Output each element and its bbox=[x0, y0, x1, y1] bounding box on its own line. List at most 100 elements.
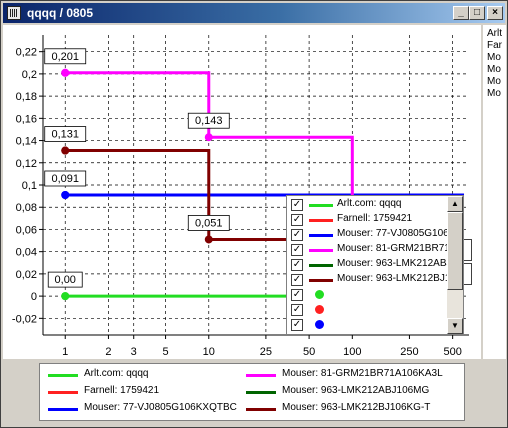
x-tick-label: 2 bbox=[105, 346, 111, 358]
legend-label: Farnell: 1759421 bbox=[84, 385, 160, 396]
popup-edge-tab bbox=[464, 263, 472, 285]
x-tick-label: 5 bbox=[163, 346, 169, 358]
series-checkbox[interactable]: ✓ bbox=[291, 244, 303, 256]
data-label: 0,131 bbox=[44, 126, 87, 142]
side-list-item[interactable]: Mo bbox=[487, 88, 501, 99]
series-label: Mouser: 963-LMK212ABJ bbox=[337, 258, 452, 269]
data-label-text: 0,201 bbox=[51, 51, 79, 63]
data-point bbox=[61, 146, 70, 155]
side-list-item[interactable]: Mo bbox=[487, 64, 501, 75]
x-tick-label: 100 bbox=[343, 346, 361, 358]
series-toggle-row[interactable]: ✓ Farnell: 1759421 bbox=[291, 213, 441, 227]
marker-dot bbox=[315, 305, 324, 314]
marker-toggle-row[interactable]: ✓ bbox=[291, 303, 441, 317]
y-tick-label: 0,08 bbox=[16, 202, 37, 214]
series-swatch bbox=[309, 219, 333, 222]
data-point bbox=[204, 235, 213, 244]
y-tick-label: -0,02 bbox=[12, 313, 37, 325]
series-toggle-row[interactable]: ✓ Mouser: 81-GRM21BR71 bbox=[291, 243, 450, 257]
series-toggle-row[interactable]: ✓ Mouser: 963-LMK212ABJ bbox=[291, 258, 452, 272]
series-toggle-row[interactable]: ✓ Arlt.com: qqqq bbox=[291, 198, 441, 212]
marker-dot bbox=[315, 290, 324, 299]
series-swatch bbox=[309, 279, 333, 282]
popup-edge-tab bbox=[464, 239, 472, 261]
data-label-text: 0,143 bbox=[195, 115, 223, 127]
series-checkbox[interactable]: ✓ bbox=[291, 274, 303, 286]
x-tick-label: 10 bbox=[203, 346, 215, 358]
legend-swatch bbox=[48, 391, 78, 394]
minimize-button[interactable]: _ bbox=[453, 6, 469, 20]
series-toggle-row[interactable]: ✓ Mouser: 963-LMK212BJ1 bbox=[291, 273, 450, 287]
marker-checkbox[interactable]: ✓ bbox=[291, 289, 303, 301]
side-list-item[interactable]: Arlt bbox=[487, 28, 502, 39]
y-tick-label: 0 bbox=[31, 291, 37, 303]
y-tick-label: 0,18 bbox=[16, 91, 37, 103]
x-tick-label: 1 bbox=[62, 346, 68, 358]
marker-checkbox[interactable]: ✓ bbox=[291, 319, 303, 331]
y-tick-label: 0,12 bbox=[16, 158, 37, 170]
legend-label: Mouser: 963-LMK212ABJ106MG bbox=[282, 385, 430, 396]
series-swatch bbox=[309, 264, 333, 267]
series-swatch bbox=[309, 204, 333, 207]
y-tick-label: 0,14 bbox=[16, 136, 37, 148]
legend-label: Mouser: 77-VJ0805G106KXQTBC bbox=[84, 402, 237, 413]
data-label: 0,091 bbox=[44, 170, 87, 187]
data-label-text: 0,00 bbox=[55, 274, 76, 286]
side-list-item[interactable]: Mo bbox=[487, 52, 501, 63]
data-label-text: 0,131 bbox=[51, 129, 79, 141]
y-tick-label: 0,06 bbox=[16, 224, 37, 236]
x-tick-label: 500 bbox=[443, 346, 461, 358]
x-tick-label: 250 bbox=[400, 346, 418, 358]
x-tick-label: 25 bbox=[260, 346, 272, 358]
series-swatch bbox=[309, 249, 333, 252]
legend-swatch bbox=[246, 374, 276, 377]
marker-toggle-row[interactable]: ✓ bbox=[291, 318, 441, 332]
legend-swatch bbox=[246, 408, 276, 411]
chart-legend: Arlt.com: qqqq Farnell: 1759421 Mouser: … bbox=[39, 363, 465, 421]
series-visibility-popup[interactable]: ✓ Arlt.com: qqqq ✓ Farnell: 1759421 ✓ Mo… bbox=[286, 195, 464, 335]
series-checkbox[interactable]: ✓ bbox=[291, 199, 303, 211]
series-swatch bbox=[309, 234, 333, 237]
data-label: 0,201 bbox=[44, 48, 87, 65]
close-button[interactable]: × bbox=[487, 6, 503, 20]
chart-app-icon[interactable] bbox=[7, 6, 21, 20]
y-tick-label: 0,04 bbox=[16, 247, 37, 259]
series-label: Farnell: 1759421 bbox=[337, 213, 413, 224]
data-point bbox=[61, 68, 70, 77]
series-checkbox[interactable]: ✓ bbox=[291, 229, 303, 241]
title-bar[interactable]: qqqq / 0805 _ □ × bbox=[3, 3, 505, 23]
data-point bbox=[61, 292, 70, 301]
legend-label: Arlt.com: qqqq bbox=[84, 368, 149, 379]
scroll-thumb[interactable] bbox=[447, 212, 463, 290]
scroll-up-button[interactable]: ▲ bbox=[447, 196, 463, 212]
data-point bbox=[204, 133, 213, 142]
series-toggle-row[interactable]: ✓ Mouser: 77-VJ0805G106 bbox=[291, 228, 449, 242]
x-tick-label: 3 bbox=[131, 346, 137, 358]
series-label: Mouser: 81-GRM21BR71 bbox=[337, 243, 450, 254]
legend-label: Mouser: 81-GRM21BR71A106KA3L bbox=[282, 368, 443, 379]
data-point bbox=[61, 191, 70, 199]
marker-toggle-row[interactable]: ✓ bbox=[291, 288, 441, 302]
series-label: Arlt.com: qqqq bbox=[337, 198, 402, 209]
y-tick-label: 0,02 bbox=[16, 269, 37, 281]
marker-checkbox[interactable]: ✓ bbox=[291, 304, 303, 316]
series-checkbox[interactable]: ✓ bbox=[291, 259, 303, 271]
scroll-down-button[interactable]: ▼ bbox=[447, 318, 463, 334]
side-list-item[interactable]: Far bbox=[487, 40, 502, 51]
marker-dot bbox=[315, 320, 324, 329]
data-label: 0,051 bbox=[187, 215, 230, 231]
popup-scrollbar[interactable]: ▲ ▼ bbox=[447, 196, 463, 334]
series-label: Mouser: 963-LMK212BJ1 bbox=[337, 273, 451, 284]
maximize-button[interactable]: □ bbox=[469, 6, 485, 20]
series-label: Mouser: 77-VJ0805G106 bbox=[337, 228, 449, 239]
x-tick-label: 50 bbox=[303, 346, 315, 358]
y-tick-label: 0,2 bbox=[22, 69, 37, 81]
legend-swatch bbox=[48, 374, 78, 377]
side-list-item[interactable]: Mo bbox=[487, 76, 501, 87]
y-tick-label: 0,1 bbox=[22, 180, 37, 192]
application-window: qqqq / 0805 _ □ × -0,02 0 0,02 0,04 0,06 0,08… bbox=[0, 0, 508, 428]
series-side-list[interactable]: Arlt Far Mo Mo Mo Mo bbox=[483, 25, 506, 359]
series-checkbox[interactable]: ✓ bbox=[291, 214, 303, 226]
legend-swatch bbox=[48, 408, 78, 411]
data-label-text: 0,091 bbox=[51, 173, 79, 185]
